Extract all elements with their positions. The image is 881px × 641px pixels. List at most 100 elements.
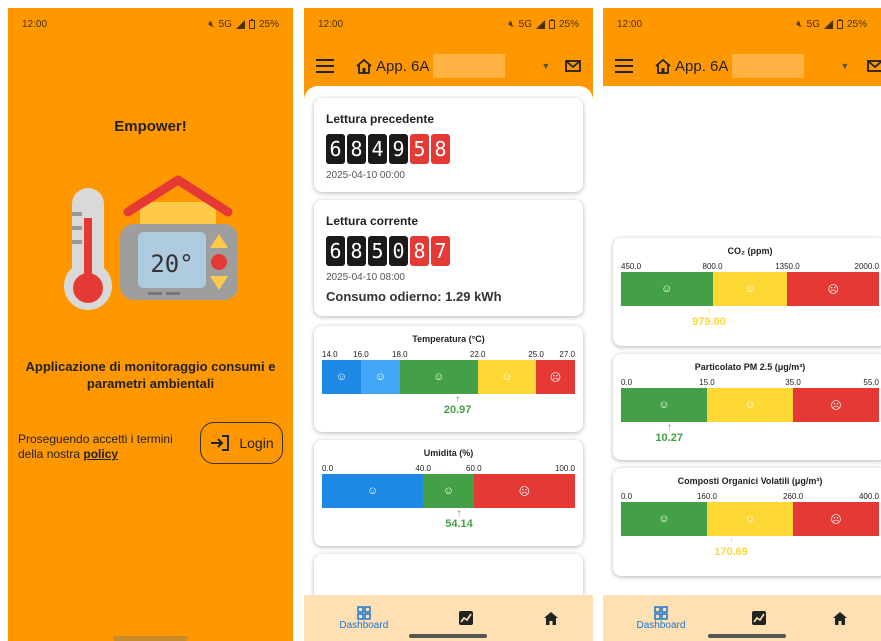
apartment-selector[interactable]: App. 6A — [675, 58, 728, 75]
gauge-value: 170.69 — [714, 546, 748, 558]
gauge-segment: ☺ — [706, 502, 793, 536]
meter-digit-decimal: 7 — [431, 236, 450, 266]
status-bar: 12:00 🔇︎ 5G 25% — [8, 8, 293, 40]
card-title: Lettura corrente — [326, 214, 419, 228]
login-button[interactable]: Login — [200, 422, 283, 464]
status-time: 12:00 — [318, 18, 344, 30]
mail-icon[interactable] — [565, 60, 581, 72]
meter-digit: 0 — [389, 236, 408, 266]
gauge-segment: ☺ — [360, 360, 400, 394]
meter-digits: 684958 — [326, 134, 583, 164]
gauge-scale: 450.0 800.0 1350.0 2000.0 ☺ ☺ ☹ ↑ 979.00 — [621, 262, 879, 332]
dashboard-content: Lettura precedente 684958 2025-04-10 00:… — [304, 86, 593, 599]
gauge-title: Umidita (%) — [423, 448, 474, 458]
meter-digit: 6 — [326, 236, 345, 266]
nav-home[interactable] — [833, 611, 848, 625]
gauge-segment: ☹ — [536, 360, 575, 394]
chevron-down-icon[interactable]: ▼ — [840, 61, 849, 71]
smile-face-icon: ☺ — [658, 513, 670, 525]
tick-label: 14.0 — [322, 350, 338, 359]
gauge-marker: ↑ 54.14 — [322, 508, 575, 534]
gauge-marker: ↑ 10.27 — [621, 422, 879, 448]
humidity-gauge-card: Umidita (%) 0.0 40.0 60.0 100.0 ☺ ☺ ☹ ↑ 54.14 — [314, 440, 583, 546]
apartment-selector[interactable]: App. 6A — [376, 58, 429, 75]
smile-face-icon: ☺ — [374, 371, 386, 383]
gauge-bar: ☺ ☺ ☹ — [621, 502, 879, 536]
gauge-title: CO₂ (ppm) — [727, 246, 773, 256]
redacted-area — [732, 54, 805, 78]
battery-icon — [548, 19, 555, 29]
thermostat-illustration: 20° — [64, 175, 238, 310]
home-indicator — [409, 634, 487, 638]
dashboard-screen-1: 12:00 🔇︎ 5G 25% App. 6A ▼ Lettura preced… — [304, 8, 593, 641]
menu-icon[interactable] — [316, 59, 334, 73]
network-label: 5G — [806, 18, 820, 30]
network-label: 5G — [218, 18, 232, 30]
gauge-value: 979.00 — [692, 316, 726, 328]
menu-icon[interactable] — [615, 59, 633, 73]
tick-label: 55.0 — [863, 378, 879, 387]
dashboard-content: CO₂ (ppm) 450.0 800.0 1350.0 2000.0 ☺ ☺ ☹ ↑ 979.0… — [603, 86, 881, 599]
gauge-segment: ☺ — [322, 360, 361, 394]
pm25-gauge-card: Particolato PM 2.5 (μg/m³) 0.0 15.0 35.0 55.… — [613, 354, 881, 460]
battery-label: 25% — [846, 18, 867, 30]
gauge-segment: ☺ — [621, 388, 707, 422]
gauge-title: Temperatura (°C) — [412, 334, 485, 344]
chart-icon — [752, 611, 767, 625]
app-title: Empower! — [114, 118, 187, 135]
gauge-segment: ☺ — [706, 388, 793, 422]
tick-label: 800.0 — [702, 262, 723, 271]
gauge-segment: ☺ — [477, 360, 537, 394]
nav-dashboard[interactable]: Dashboard — [339, 605, 388, 631]
meh-face-icon: ☺ — [366, 485, 379, 497]
smile-face-icon: ☺ — [433, 371, 445, 383]
app-bar: App. 6A ▼ — [603, 48, 881, 84]
gauge-scale: 0.0 160.0 260.0 400.0 ☺ ☺ ☹ ↑ 170.69 — [621, 492, 879, 562]
gauge-segment: ☺ — [423, 474, 474, 508]
meter-digit-decimal: 8 — [410, 236, 429, 266]
chart-icon — [458, 611, 473, 625]
status-bar: 12:00 🔇︎ 5G 25% — [603, 8, 881, 40]
tick-label: 0.0 — [621, 492, 633, 501]
meter-digit: 9 — [389, 134, 408, 164]
tick-label: 260.0 — [783, 492, 804, 501]
temperature-gauge-card: Temperatura (°C) 14.0 16.0 18.0 22.0 25.0 27.0… — [314, 326, 583, 432]
sad-face-icon: ☹ — [518, 485, 531, 498]
sad-face-icon: ☹ — [549, 371, 562, 384]
gauge-marker: ↑ 20.97 — [322, 394, 575, 420]
meh-face-icon: ☺ — [501, 371, 513, 383]
dashboard-icon — [357, 605, 371, 620]
battery-icon — [836, 19, 843, 29]
smile-face-icon: ☺ — [661, 283, 673, 295]
gauge-scale: 14.0 16.0 18.0 22.0 25.0 27.0 ☺ ☺ ☺ ☺ ☹ ↑ 20.97 — [322, 350, 575, 420]
smile-face-icon: ☺ — [658, 399, 670, 411]
tick-label: 450.0 — [621, 262, 642, 271]
app-bar: App. 6A ▼ — [304, 48, 593, 84]
redacted-area — [433, 54, 506, 78]
login-icon — [211, 435, 230, 451]
co2-gauge-card: CO₂ (ppm) 450.0 800.0 1350.0 2000.0 ☺ ☺ ☹ ↑ 979.0… — [613, 238, 881, 346]
nav-home[interactable] — [543, 611, 558, 625]
gauge-segment: ☹ — [793, 502, 879, 536]
nav-charts[interactable] — [752, 611, 767, 625]
tick-label: 400.0 — [858, 492, 879, 501]
mail-icon[interactable] — [867, 60, 881, 72]
meh-face-icon: ☺ — [744, 513, 756, 525]
sad-face-icon: ☹ — [830, 399, 842, 412]
mute-icon: 🔇︎ — [508, 18, 515, 30]
meter-digit: 4 — [368, 134, 387, 164]
tick-label: 0.0 — [621, 378, 633, 387]
meter-digit: 6 — [326, 134, 345, 164]
terms-text: Proseguendo accetti i termini della nost… — [18, 432, 173, 461]
policy-link[interactable]: policy — [83, 447, 118, 461]
nav-charts[interactable] — [458, 611, 473, 625]
home-icon — [655, 58, 671, 74]
nav-dashboard[interactable]: Dashboard — [637, 605, 685, 631]
sad-face-icon: ☹ — [830, 513, 842, 526]
daily-consumption: Consumo odierno: 1.29 kWh — [326, 289, 502, 304]
meh-face-icon: ☺ — [744, 399, 756, 411]
smile-face-icon: ☺ — [442, 485, 455, 497]
gauge-segment: ☺ — [399, 360, 478, 394]
chevron-down-icon[interactable]: ▼ — [541, 61, 550, 71]
gauge-marker: ↑ 979.00 — [621, 306, 879, 332]
